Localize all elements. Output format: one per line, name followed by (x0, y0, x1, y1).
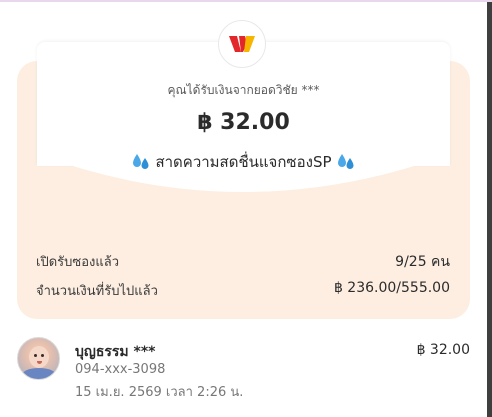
top-border (0, 0, 492, 2)
opened-value: 9/25 คน (395, 254, 450, 270)
received-total-label: จำนวนเงินที่รับไปแล้ว (36, 284, 158, 299)
avatar (17, 337, 60, 380)
water-drops-icon (133, 154, 149, 169)
envelope-message-text: สาดความสดชื่นแจกซองSP (155, 153, 332, 171)
water-drops-icon (337, 154, 354, 169)
received-from-text: คุณได้รับเงินจากยอดวิชัย *** (167, 83, 320, 97)
recipient-list-item[interactable]: บุญธรรม *** 094-xxx-3098 15 เม.ย. 2569 เ… (17, 337, 470, 401)
wallet-logo-icon (229, 36, 255, 52)
scrollbar[interactable] (487, 2, 492, 417)
opened-count-row: เปิดรับซองแล้ว 9/25 คน (36, 251, 450, 273)
envelope-message: สาดความสดชื่นแจกซองSP (37, 150, 450, 174)
received-amount: ฿ 32.00 (197, 110, 290, 135)
received-total-row: จำนวนเงินที่รับไปแล้ว ฿ 236.00/555.00 (36, 280, 450, 301)
recipient-amount: ฿ 32.00 (416, 342, 470, 358)
recipient-phone: 094-xxx-3098 (75, 362, 166, 377)
recipient-name: บุญธรรม *** (75, 344, 156, 360)
opened-label: เปิดรับซองแล้ว (36, 255, 119, 270)
wallet-logo (218, 20, 266, 68)
received-total-value: ฿ 236.00/555.00 (333, 280, 450, 296)
recipient-datetime: 15 เม.ย. 2569 เวลา 2:26 น. (75, 385, 244, 400)
